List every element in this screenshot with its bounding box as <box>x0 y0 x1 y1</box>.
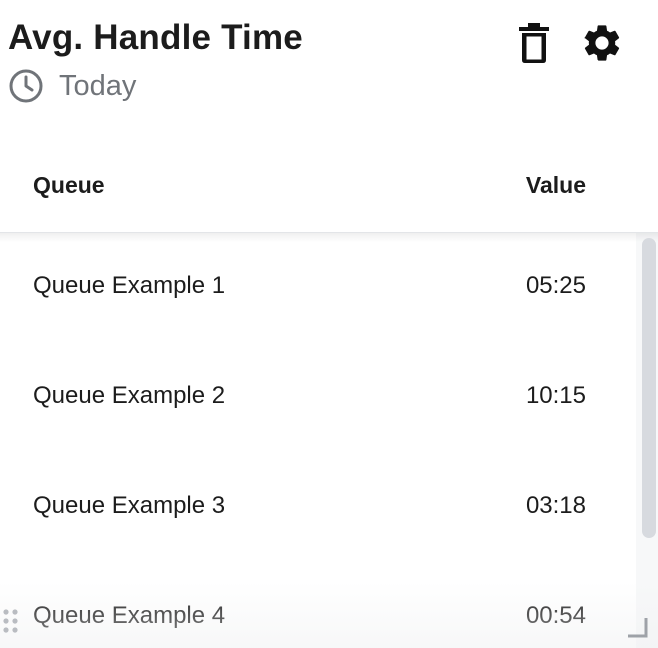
clock-icon <box>8 68 44 104</box>
table-row[interactable]: Queue Example 4 00:54 <box>0 562 636 648</box>
queue-value: 00:54 <box>525 602 586 629</box>
queue-name: Queue Example 3 <box>33 492 226 519</box>
delete-button[interactable] <box>511 22 557 68</box>
queue-list[interactable]: Queue Example 1 05:25 Queue Example 2 10… <box>0 232 658 648</box>
queue-value: 05:25 <box>525 272 586 299</box>
table-row[interactable]: Queue Example 1 05:25 <box>0 232 636 343</box>
queue-name: Queue Example 2 <box>33 382 226 409</box>
settings-button[interactable] <box>579 22 625 68</box>
period-indicator: Today <box>8 68 136 104</box>
column-header-value[interactable]: Value <box>526 172 586 199</box>
table-row[interactable]: Queue Example 2 10:15 <box>0 342 636 453</box>
queue-name: Queue Example 1 <box>33 272 226 299</box>
widget-title: Avg. Handle Time <box>8 18 303 57</box>
list-divider <box>0 232 658 233</box>
period-label: Today <box>59 69 137 102</box>
scrollbar-thumb[interactable] <box>642 238 656 538</box>
queue-value: 10:15 <box>525 382 586 409</box>
queue-value: 03:18 <box>525 492 586 519</box>
avg-handle-time-widget: Avg. Handle Time Today Queue Value Queue… <box>0 0 658 648</box>
queue-name: Queue Example 4 <box>33 602 226 629</box>
resize-corner-icon[interactable] <box>626 616 648 638</box>
column-header-queue[interactable]: Queue <box>33 172 105 199</box>
table-row[interactable]: Queue Example 3 03:18 <box>0 452 636 563</box>
gear-icon <box>580 21 624 70</box>
trash-icon <box>517 22 551 68</box>
drag-handle-icon[interactable] <box>2 607 20 635</box>
table-header: Queue Value <box>0 160 658 210</box>
